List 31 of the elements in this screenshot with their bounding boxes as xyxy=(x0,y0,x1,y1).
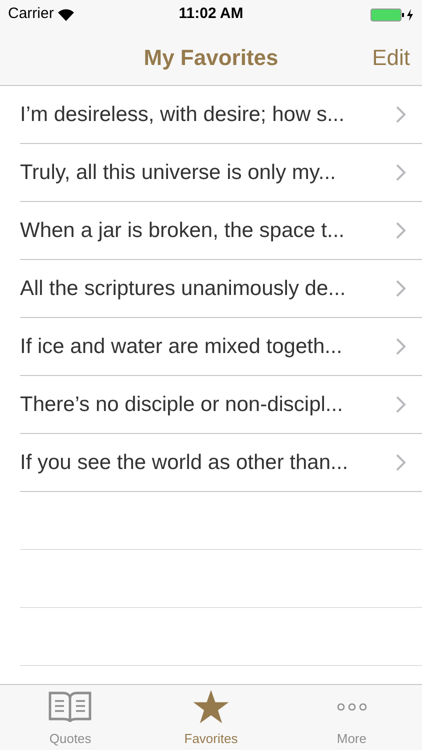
more-icon xyxy=(336,702,368,712)
favorite-row[interactable]: If ice and water are mixed togeth... xyxy=(20,318,422,376)
chevron-icon xyxy=(396,222,406,239)
edit-button[interactable]: Edit xyxy=(372,40,410,74)
quote-text: Truly, all this universe is only my... xyxy=(20,160,336,186)
favorite-row[interactable]: Truly, all this universe is only my... xyxy=(20,144,422,202)
carrier-label: Carrier xyxy=(8,4,54,24)
chevron-icon xyxy=(396,280,406,297)
tab-item[interactable]: Favorites xyxy=(140,685,282,750)
wifi-icon xyxy=(58,8,74,20)
quote-text: If you see the world as other than... xyxy=(20,450,348,476)
quote-text: If ice and water are mixed togeth... xyxy=(20,334,342,360)
chevron-icon xyxy=(396,338,406,355)
battery-icon xyxy=(370,8,414,22)
book-icon xyxy=(48,690,92,724)
chevron-icon xyxy=(396,164,406,181)
favorite-row[interactable]: When a jar is broken, the space t... xyxy=(20,202,422,260)
quote-text: When a jar is broken, the space t... xyxy=(20,218,344,244)
favorite-row[interactable]: There’s no disciple or non-discipl... xyxy=(20,376,422,434)
quote-text: There’s no disciple or non-discipl... xyxy=(20,392,343,418)
chevron-icon xyxy=(396,396,406,413)
star-icon xyxy=(193,690,229,724)
favorite-row[interactable]: All the scriptures unanimously de... xyxy=(20,260,422,318)
quote-text: I’m desireless, with desire; how s... xyxy=(20,102,344,128)
favorite-row[interactable]: I’m desireless, with desire; how s... xyxy=(20,86,422,144)
chevron-icon xyxy=(396,454,406,471)
status-time: 11:02 AM xyxy=(178,4,244,24)
favorite-row[interactable]: If you see the world as other than... xyxy=(20,434,422,492)
nav-title: My Favorites xyxy=(144,44,278,72)
chevron-icon xyxy=(396,106,406,123)
quote-text: All the scriptures unanimously de... xyxy=(20,276,346,302)
